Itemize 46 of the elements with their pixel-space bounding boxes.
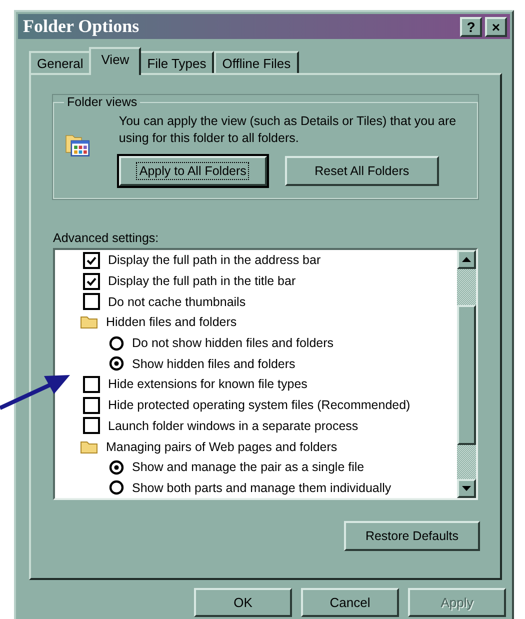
option-label: Display the full path in the address bar	[108, 253, 321, 268]
option-label: Show both parts and manage them individually	[132, 480, 392, 495]
checked-checkbox[interactable]	[83, 272, 100, 290]
option-label: Launch folder windows in a separate process	[108, 418, 358, 433]
section-label: Advanced settings:	[53, 231, 160, 245]
down-arrow-icon	[462, 486, 471, 491]
folder-icon	[80, 315, 98, 330]
checkbox[interactable]	[83, 417, 100, 434]
option-label: Hide extensions for known file types	[108, 377, 308, 392]
restore-defaults-button[interactable]: Restore Defaults	[344, 521, 480, 551]
scroll-up-button[interactable]	[457, 250, 476, 269]
tab[interactable]: Offline Files	[214, 51, 299, 73]
help-button[interactable]: ?	[460, 16, 482, 36]
folder-button[interactable]: Apply to All Folders	[118, 156, 267, 186]
up-arrow-icon	[462, 257, 471, 262]
radio-button[interactable]	[109, 460, 124, 475]
group-label: Managing pairs of Web pages and folders	[106, 440, 338, 454]
option-label: Do not cache thumbnails	[108, 294, 246, 309]
checked-checkbox[interactable]	[83, 252, 100, 269]
checkbox[interactable]	[83, 376, 100, 393]
checkbox[interactable]	[83, 396, 100, 414]
arrow-drawing	[0, 372, 72, 412]
tab[interactable]: General	[29, 51, 92, 73]
group-label: Hidden files and folders	[106, 315, 237, 330]
scroll-down-button[interactable]	[457, 479, 476, 498]
radio-button[interactable]	[109, 356, 124, 372]
dialog-button[interactable]: Cancel	[301, 588, 399, 617]
tab[interactable]: View	[89, 47, 142, 75]
scrollbar[interactable]	[457, 250, 476, 498]
option-label: Hide protected operating system files (Recommended)	[108, 398, 410, 412]
option-label: Do not show hidden files and folders	[132, 336, 334, 350]
option-label: Show hidden files and folders	[132, 356, 296, 371]
option-label: Show and manage the pair as a single file	[132, 460, 364, 474]
close-button[interactable]: ×	[485, 16, 507, 36]
window-title: Folder Options	[23, 16, 140, 37]
checkbox[interactable]	[83, 293, 100, 310]
description-text: You can apply the view (such as Details or Tiles) that you are using for this folder to all folders.	[118, 113, 458, 147]
option-label: Display the full path in the title bar	[108, 274, 296, 288]
radio-button[interactable]	[109, 336, 124, 351]
dialog-button[interactable]: OK	[194, 588, 292, 617]
radio-button[interactable]	[109, 480, 124, 496]
folder-icon	[80, 440, 98, 454]
folder-button[interactable]: Reset All Folders	[284, 156, 439, 186]
group-title: Folder views	[66, 95, 138, 109]
scroll-thumb[interactable]	[457, 305, 476, 445]
tab[interactable]: File Types	[139, 51, 214, 73]
